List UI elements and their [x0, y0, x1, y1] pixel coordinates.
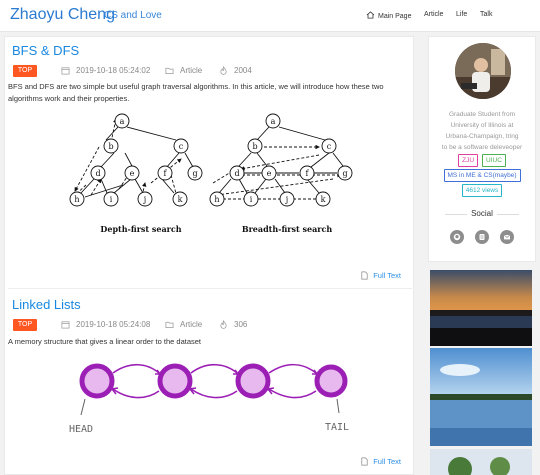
post-title-bfs-dfs[interactable]: BFS & DFS — [12, 43, 79, 58]
post-category[interactable]: Article — [165, 320, 202, 329]
fire-icon — [220, 320, 227, 329]
node-label: i — [250, 195, 253, 204]
post-excerpt: BFS and DFS are two simple but useful gr… — [8, 82, 384, 103]
post-meta: TOP 2019-10-18 05:24:02 Article 2004 — [13, 65, 413, 77]
full-text-label: Full Text — [373, 457, 401, 466]
node-label: b — [108, 142, 113, 151]
nav-article[interactable]: Article — [424, 11, 443, 18]
top-badge: TOP — [13, 319, 37, 331]
top-badge: TOP — [13, 65, 37, 77]
node-label: d — [234, 169, 239, 178]
fire-icon — [220, 66, 227, 75]
node-label: g — [342, 169, 347, 178]
node-label: e — [267, 169, 272, 178]
bio-line: Graduate Student from — [448, 111, 516, 118]
node-label: a — [271, 117, 276, 126]
tail-label: TAIL — [325, 422, 349, 433]
post-list: BFS & DFS TOP 2019-10-18 05:24:02 Articl… — [4, 36, 414, 475]
node-label: c — [327, 142, 332, 151]
profile-tags-row: 4612 views — [429, 184, 535, 197]
post-title-linked-lists[interactable]: Linked Lists — [12, 297, 81, 312]
bfs-caption: Breadth-first search — [242, 224, 333, 234]
nav-main-page[interactable]: Main Page — [366, 11, 411, 20]
social-icons — [429, 230, 535, 244]
node-label: e — [130, 169, 135, 178]
tag-uiuc: UIUC — [482, 154, 506, 167]
weibo-icon[interactable] — [475, 230, 489, 244]
node-label: i — [110, 195, 113, 204]
site-brand[interactable]: Zhaoyu Cheng — [10, 6, 115, 24]
post-category-text: Article — [180, 66, 203, 75]
post-category[interactable]: Article — [165, 66, 202, 75]
tag-views: 4612 views — [461, 184, 503, 197]
nav-life[interactable]: Life — [456, 11, 467, 18]
post-views: 2004 — [219, 66, 252, 75]
profile-tags-row: MS in ME & CS(maybe) — [429, 169, 535, 182]
social-title: Social — [429, 209, 535, 218]
node-label: k — [321, 195, 326, 204]
node-label: a — [120, 117, 125, 126]
post-category-text: Article — [180, 320, 203, 329]
home-icon — [366, 11, 375, 19]
dfs-bfs-figure: a b c d e f g h i j k a b c d e f g h i … — [69, 113, 353, 234]
post-date: 2019-10-18 05:24:08 — [61, 320, 150, 329]
profile-tags-row: ZJU UIUC — [429, 154, 535, 167]
node-label: j — [285, 195, 288, 204]
post-date: 2019-10-18 05:24:02 — [61, 66, 150, 75]
post-divider — [8, 288, 412, 289]
tag-zju: ZJU — [458, 154, 479, 167]
profile-card: Graduate Student from University of Illi… — [428, 36, 536, 262]
document-icon — [361, 457, 368, 466]
profile-bio: Graduate Student from University of Illi… — [429, 109, 535, 153]
photo-trees[interactable] — [430, 449, 532, 475]
folder-icon — [165, 67, 174, 75]
post-date-text: 2019-10-18 05:24:02 — [76, 66, 151, 75]
post-date-text: 2019-10-18 05:24:08 — [76, 320, 151, 329]
top-navigation-bar: Zhaoyu Cheng CS and Love Main Page Artic… — [0, 0, 540, 32]
nav-talk[interactable]: Talk — [480, 11, 492, 18]
folder-icon — [165, 321, 174, 329]
node-label: k — [178, 195, 183, 204]
post-views: 306 — [219, 320, 247, 329]
document-icon — [361, 271, 368, 280]
post-meta: TOP 2019-10-18 05:24:08 Article 306 — [13, 319, 413, 331]
nav-main-page-label: Main Page — [378, 13, 412, 20]
node-label: h — [214, 195, 219, 204]
photo-blue-lake[interactable] — [430, 348, 532, 446]
dfs-caption: Depth-first search — [100, 224, 181, 234]
node-label: j — [143, 195, 146, 204]
site-tagline: CS and Love — [104, 10, 162, 21]
full-text-link[interactable]: Full Text — [360, 271, 401, 280]
mail-icon[interactable] — [500, 230, 514, 244]
calendar-icon — [61, 321, 70, 329]
linked-list-figure: HEAD TAIL — [69, 363, 349, 435]
avatar — [455, 43, 511, 99]
full-text-label: Full Text — [373, 271, 401, 280]
post-excerpt: A memory structure that gives a linear o… — [8, 337, 202, 346]
photo-sunset-lake[interactable] — [430, 270, 532, 346]
bio-line: Urbana-Champaign, tring — [445, 133, 519, 140]
post-views-text: 2004 — [234, 66, 252, 75]
bio-line: to be a software deleveoper — [441, 144, 523, 151]
post-views-text: 306 — [234, 320, 248, 329]
calendar-icon — [61, 67, 70, 75]
node-label: d — [95, 169, 100, 178]
node-label: g — [192, 169, 197, 178]
bio-line: University of Illinois at — [450, 122, 514, 129]
tag-degree: MS in ME & CS(maybe) — [443, 169, 521, 182]
node-label: b — [252, 142, 257, 151]
full-text-link[interactable]: Full Text — [360, 457, 401, 466]
node-label: c — [179, 142, 184, 151]
node-label: h — [74, 195, 79, 204]
github-icon[interactable] — [450, 230, 464, 244]
head-label: HEAD — [69, 424, 93, 435]
